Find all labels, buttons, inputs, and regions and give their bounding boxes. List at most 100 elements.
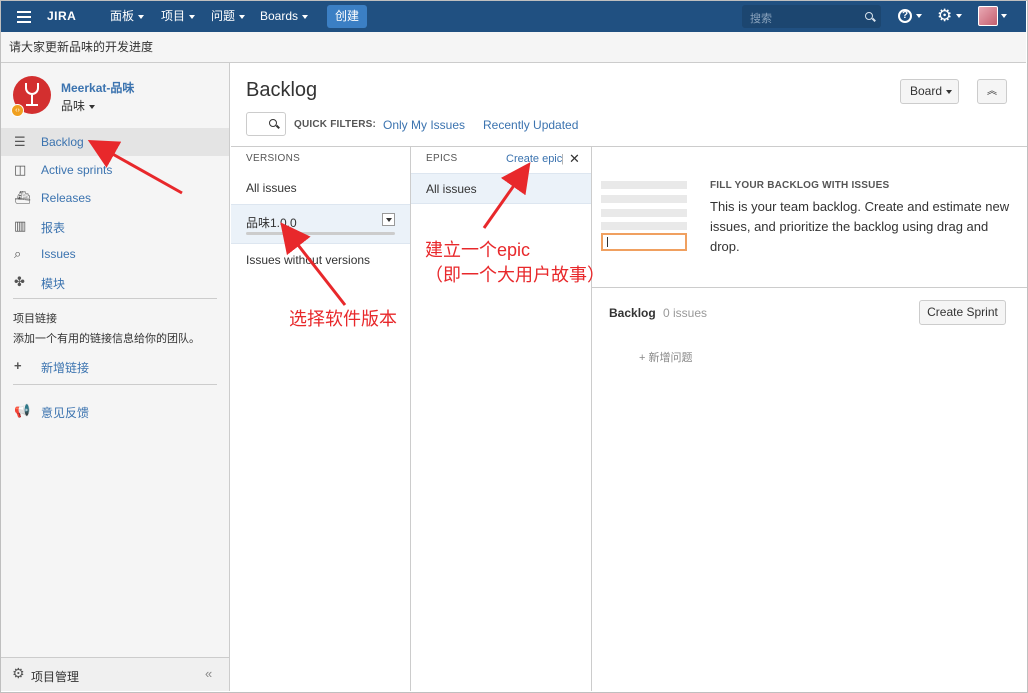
create-epic-link[interactable]: Create epic bbox=[506, 153, 562, 165]
project-sidebar: ‹› Meerkat-品味 品味 ☰ Backlog ◫ Active spri… bbox=[1, 63, 230, 691]
sidebar-item-label: 模块 bbox=[41, 277, 66, 291]
add-link-button[interactable]: + 新增链接 bbox=[1, 352, 229, 380]
version-name: 品味1.0.0 bbox=[246, 216, 297, 230]
wine-glass-stem bbox=[31, 95, 33, 104]
epics-panel-border bbox=[591, 146, 592, 691]
quick-filters-label: QUICK FILTERS: bbox=[294, 119, 377, 130]
menu-icon[interactable] bbox=[17, 1, 33, 32]
separator: | bbox=[561, 153, 564, 165]
chevron-down-icon bbox=[239, 14, 246, 19]
page-title: Backlog bbox=[246, 79, 318, 101]
plus-icon: + bbox=[14, 358, 22, 373]
feedback-label: 意见反馈 bbox=[41, 406, 90, 420]
search-icon[interactable] bbox=[865, 12, 873, 20]
placeholder-line bbox=[601, 181, 687, 189]
create-button[interactable]: 创建 bbox=[327, 5, 367, 28]
gear-icon[interactable]: ⚙ bbox=[937, 7, 952, 24]
sidebar-item-components[interactable]: ✤ 模块 bbox=[1, 268, 229, 296]
epics-all-issues-label: All issues bbox=[426, 182, 477, 196]
nav-menu-projects[interactable]: 项目 bbox=[161, 1, 196, 32]
help-icon[interactable]: ? bbox=[898, 9, 912, 23]
backlog-issue-count: 0 issues bbox=[663, 306, 708, 320]
nav-menu-dashboards[interactable]: 面板 bbox=[110, 1, 145, 32]
versions-all-issues[interactable]: All issues bbox=[246, 181, 297, 195]
sidebar-item-reports[interactable]: ▥ 报表 bbox=[1, 212, 229, 240]
chevron-down-icon bbox=[138, 14, 145, 19]
sidebar-item-backlog[interactable]: ☰ Backlog bbox=[1, 128, 229, 156]
nav-menu-label: Boards bbox=[260, 9, 299, 23]
backlog-heading: Backlog bbox=[609, 306, 656, 320]
gear-icon[interactable]: ⚙ bbox=[12, 665, 25, 682]
backlog-divider bbox=[592, 287, 1027, 288]
backlog-search-input[interactable] bbox=[246, 112, 286, 136]
annotation-epic-line2: （即一个大用户故事） bbox=[425, 265, 605, 285]
chevron-down-icon bbox=[302, 14, 309, 19]
collapse-header-button[interactable]: ︽ bbox=[977, 79, 1007, 104]
create-sprint-button[interactable]: Create Sprint bbox=[919, 300, 1006, 325]
placeholder-line bbox=[601, 195, 687, 203]
logo-text: JIRA bbox=[47, 9, 77, 23]
project-settings-link[interactable]: 项目管理 bbox=[31, 668, 79, 685]
annotation-epic-line1: 建立一个epic bbox=[425, 240, 531, 260]
project-links-heading: 项目链接 bbox=[13, 313, 57, 325]
dropdown-icon[interactable] bbox=[382, 213, 395, 226]
nav-menu-label: 问题 bbox=[211, 9, 236, 23]
nav-menu-label: 项目 bbox=[161, 9, 186, 23]
placeholder-line bbox=[601, 209, 687, 217]
search-input[interactable]: 搜索 bbox=[742, 5, 881, 28]
placeholder-input-illustration bbox=[601, 233, 687, 251]
new-issue-link[interactable]: + 新增问题 bbox=[639, 349, 692, 365]
nav-menu-label: 面板 bbox=[110, 9, 135, 23]
version-progress-bar bbox=[246, 232, 395, 235]
search-placeholder: 搜索 bbox=[750, 13, 772, 25]
annotation-select-version: 选择软件版本 bbox=[289, 309, 397, 329]
megaphone-icon: 📢 bbox=[14, 403, 31, 418]
collapse-sidebar-icon[interactable]: « bbox=[205, 666, 212, 681]
project-name[interactable]: Meerkat-品味 bbox=[61, 79, 134, 96]
version-item[interactable]: 品味1.0.0 bbox=[231, 204, 410, 244]
jira-logo[interactable]: JIRA bbox=[47, 1, 76, 32]
nav-menu-issues[interactable]: 问题 bbox=[211, 1, 246, 32]
board-selector[interactable]: 品味 bbox=[61, 97, 96, 114]
user-avatar[interactable] bbox=[978, 6, 998, 26]
chevron-down-icon bbox=[89, 104, 96, 109]
sidebar-item-label: Backlog bbox=[41, 135, 84, 149]
components-icon: ✤ bbox=[14, 274, 25, 289]
chevron-down-icon[interactable] bbox=[916, 14, 922, 18]
search-icon bbox=[269, 119, 277, 127]
nav-menu-boards[interactable]: Boards bbox=[260, 1, 309, 32]
versions-heading: VERSIONS bbox=[246, 153, 301, 164]
announcement-banner: 请大家更新品味的开发进度 bbox=[1, 32, 1026, 63]
chevron-down-icon bbox=[946, 89, 953, 94]
board-button[interactable]: Board bbox=[900, 79, 959, 104]
board-button-label: Board bbox=[910, 84, 943, 98]
fill-backlog-text: This is your team backlog. Create and es… bbox=[710, 199, 1010, 254]
sidebar-item-label: 报表 bbox=[41, 221, 66, 235]
releases-icon: ⛴ bbox=[14, 190, 31, 205]
project-type-icon: ‹› bbox=[11, 104, 24, 117]
chevron-down-icon[interactable] bbox=[956, 14, 962, 18]
sidebar-item-active-sprints[interactable]: ◫ Active sprints bbox=[1, 156, 229, 184]
fill-backlog-title: FILL YOUR BACKLOG WITH ISSUES bbox=[710, 180, 890, 191]
chevron-down-icon bbox=[189, 14, 196, 19]
chevron-down-icon[interactable] bbox=[1001, 14, 1007, 18]
epics-all-issues[interactable]: All issues bbox=[411, 173, 591, 204]
board-selector-label: 品味 bbox=[61, 99, 86, 113]
wine-glass-base bbox=[26, 104, 38, 106]
divider bbox=[13, 298, 217, 299]
wine-glass-icon bbox=[25, 83, 39, 95]
sidebar-item-label: Issues bbox=[41, 247, 76, 261]
versions-panel-border bbox=[410, 146, 411, 691]
close-icon[interactable]: ✕ bbox=[569, 151, 580, 167]
feedback-link[interactable]: 📢 意见反馈 bbox=[1, 397, 229, 425]
placeholder-line bbox=[601, 222, 687, 230]
sidebar-item-releases[interactable]: ⛴ Releases bbox=[1, 184, 229, 212]
double-chevron-up-icon: ︽ bbox=[987, 86, 997, 97]
divider bbox=[13, 384, 217, 385]
issues-without-versions[interactable]: Issues without versions bbox=[246, 253, 370, 267]
sidebar-item-issues[interactable]: ⌕ Issues bbox=[1, 240, 229, 268]
top-navigation-bar: JIRA 面板 项目 问题 Boards 创建 搜索 ? ⚙ bbox=[1, 1, 1026, 32]
quick-filter-only-my-issues[interactable]: Only My Issues bbox=[383, 118, 465, 132]
panel-top-border bbox=[231, 146, 1027, 147]
quick-filter-recently-updated[interactable]: Recently Updated bbox=[483, 118, 578, 132]
